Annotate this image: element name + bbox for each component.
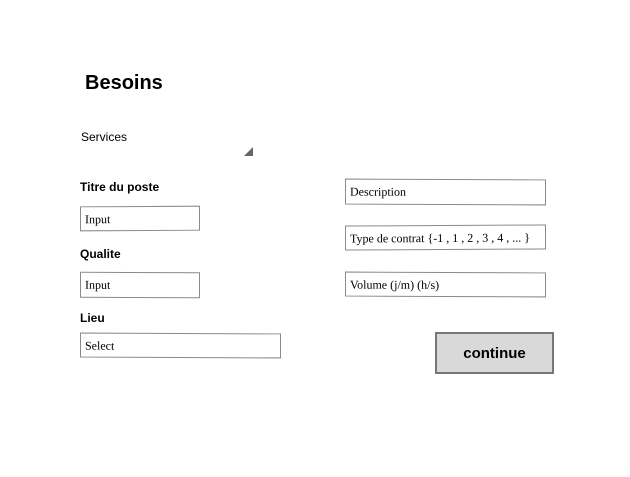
titre-du-poste-input[interactable]: Input — [80, 205, 200, 232]
services-label: Services — [81, 130, 128, 144]
corner-triangle-icon — [244, 147, 253, 156]
continue-button[interactable]: continue — [435, 332, 554, 374]
lieu-label: Lieu — [80, 311, 105, 325]
qualite-label: Qualite — [80, 247, 121, 261]
lieu-select[interactable]: Select — [80, 332, 281, 359]
type-de-contrat-input[interactable]: Type de contrat {-1 , 1 , 2 , 3 , 4 , ..… — [345, 224, 546, 251]
description-input[interactable]: Description — [345, 178, 546, 206]
qualite-input[interactable]: Input — [80, 271, 200, 299]
services-dropdown[interactable]: Services — [80, 128, 254, 157]
page-title: Besoins — [85, 72, 163, 94]
titre-du-poste-label: Titre du poste — [80, 180, 160, 194]
volume-input[interactable]: Volume (j/m) (h/s) — [345, 271, 546, 298]
